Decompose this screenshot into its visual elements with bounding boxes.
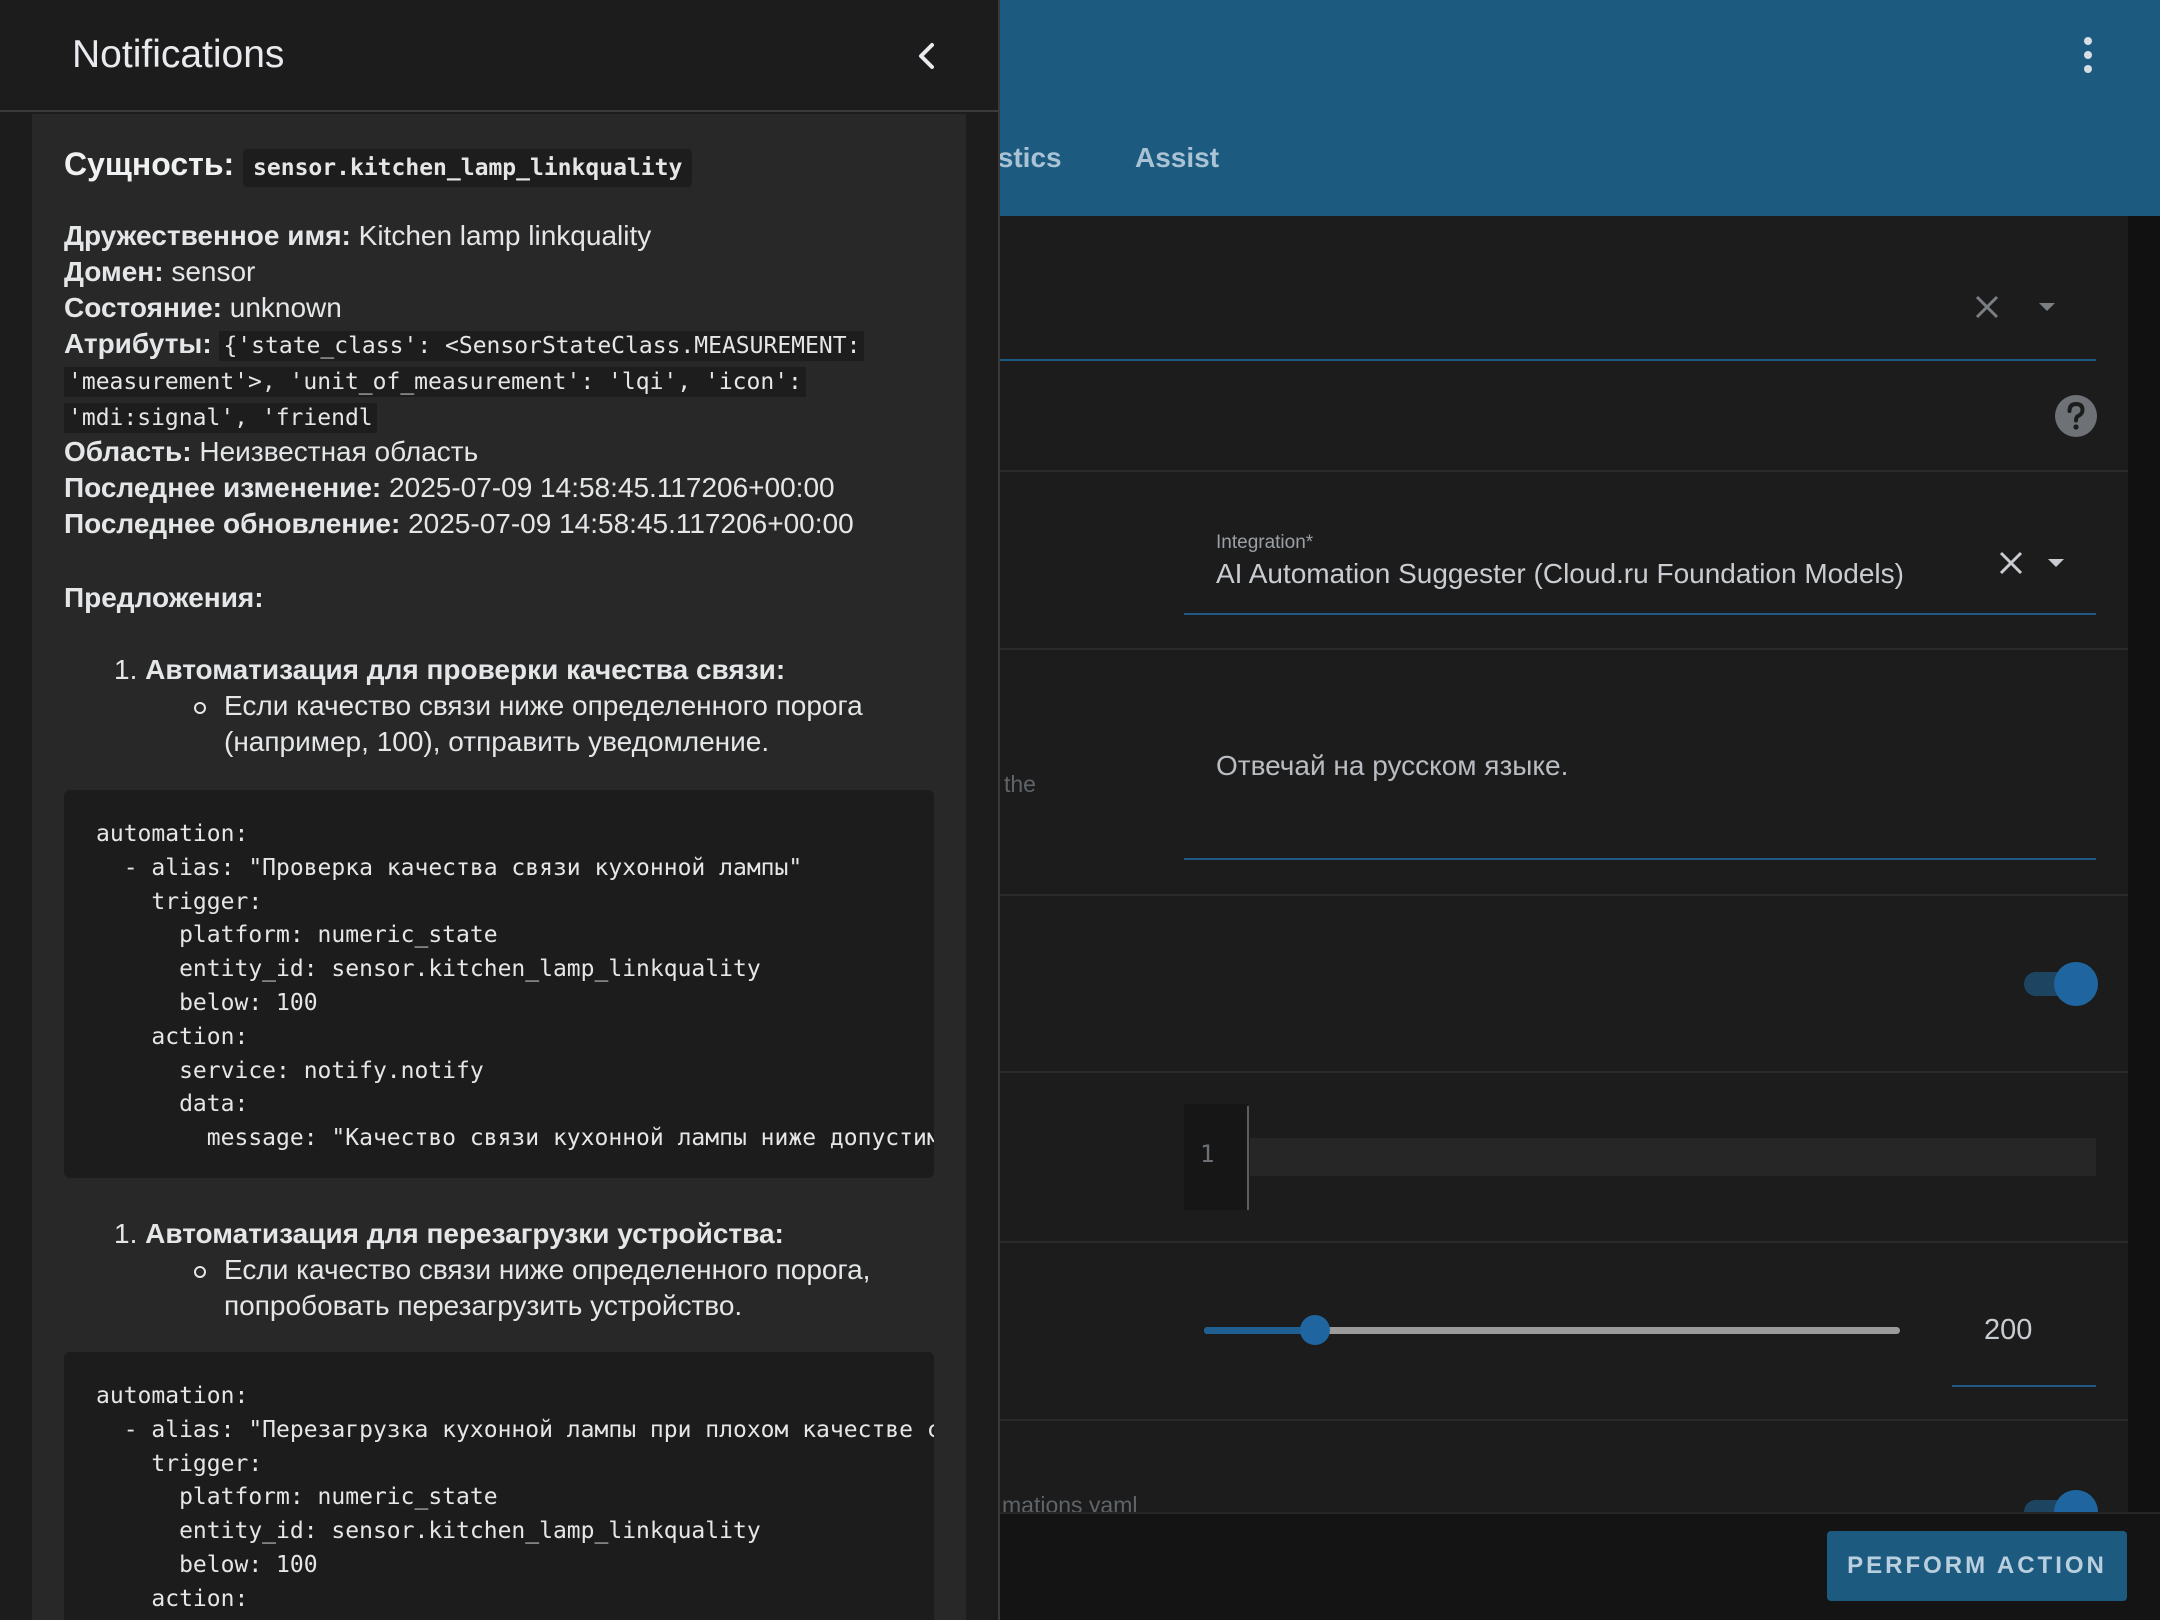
perform-action-button[interactable]: PERFORM ACTION [1827, 1531, 2127, 1601]
circle-bullet-icon [194, 702, 206, 714]
friendly-name-value: Kitchen lamp linkquality [350, 220, 652, 251]
area-row: Область: Неизвестная область [64, 436, 478, 468]
field-underline [960, 359, 2096, 361]
suggestion-title: Автоматизация для проверки качества связ… [145, 654, 786, 685]
notification-card: Сущность: sensor.kitchen_lamp_linkqualit… [32, 114, 966, 1620]
suggestions-label: Предложения: [64, 582, 264, 613]
integration-underline [1184, 613, 2096, 615]
code-block-text: automation: - alias: "Перезагрузка кухон… [96, 1383, 934, 1612]
drawer-header: Notifications [0, 0, 998, 112]
slider-thumb[interactable] [1300, 1315, 1331, 1345]
entity-label: Сущность: [64, 146, 235, 182]
slider-value-input[interactable]: 200 [1984, 1314, 2032, 1347]
last-changed-label: Последнее изменение: [64, 472, 382, 503]
state-row: Состояние: unknown [64, 292, 342, 324]
friendly-name-label: Дружественное имя: [64, 220, 351, 251]
last-updated-label: Последнее обновление: [64, 508, 401, 539]
toggle-switch[interactable] [2024, 962, 2098, 1006]
custom-prompt-textarea[interactable]: Отвечай на русском языке. [1216, 750, 1568, 782]
attributes-row-2: 'measurement'>, 'unit_of_measurement': '… [64, 364, 806, 397]
suggestion-1-line-1: Если качество связи ниже определенного п… [224, 690, 863, 721]
code-block: automation: - alias: "Перезагрузка кухон… [64, 1352, 934, 1620]
state-value: unknown [221, 292, 342, 323]
notifications-drawer: Notifications Сущность: sensor.kitchen_l… [0, 0, 1000, 1620]
row-divider [960, 894, 2128, 896]
dropdown-arrow-icon[interactable] [2036, 300, 2058, 314]
row-divider [960, 648, 2128, 650]
suggestion-number: 1. [114, 1218, 138, 1249]
code-editor-line[interactable] [1250, 1138, 2096, 1176]
code-editor-gutter [1184, 1104, 1248, 1210]
code-block-text: automation: - alias: "Проверка качества … [96, 821, 934, 1152]
last-changed-row: Последнее изменение: 2025-07-09 14:58:45… [64, 472, 835, 504]
area-label: Область: [64, 436, 192, 467]
description-fragment: the [1004, 771, 1036, 797]
last-changed-value: 2025-07-09 14:58:45.117206+00:00 [381, 472, 835, 503]
entity-id: sensor.kitchen_lamp_linkquality [243, 149, 693, 187]
domain-value: sensor [163, 256, 256, 287]
last-updated-value: 2025-07-09 14:58:45.117206+00:00 [400, 508, 854, 539]
tab-assist[interactable]: Assist [1135, 142, 1219, 174]
attributes-line-2: 'measurement'>, 'unit_of_measurement': '… [64, 367, 806, 397]
line-number: 1 [1200, 1140, 1215, 1168]
suggestion-2-title: 1. Автоматизация для перезагрузки устрой… [114, 1218, 784, 1250]
attributes-line-1: {'state_class': <SensorStateClass.MEASUR… [219, 331, 865, 361]
state-label: Состояние: [64, 292, 222, 323]
integration-label: Integration* [1216, 532, 1314, 553]
integration-dropdown-icon[interactable] [2045, 556, 2067, 570]
gutter-separator [1247, 1106, 1249, 1210]
attributes-row: Атрибуты: {'state_class': <SensorStateCl… [64, 328, 865, 361]
more-options-icon[interactable] [2070, 30, 2106, 80]
drawer-title: Notifications [72, 33, 285, 76]
domain-row: Домен: sensor [64, 256, 255, 288]
row-divider [960, 1241, 2128, 1243]
circle-bullet-icon [194, 1266, 206, 1278]
row-divider [960, 470, 2128, 472]
clear-integration-icon[interactable] [1996, 548, 2026, 578]
row-divider [960, 1071, 2128, 1073]
suggestion-1-title: 1. Автоматизация для проверки качества с… [114, 654, 785, 686]
slider-value-underline [1952, 1385, 2096, 1387]
attributes-label: Атрибуты: [64, 328, 212, 359]
last-updated-row: Последнее обновление: 2025-07-09 14:58:4… [64, 508, 854, 540]
attributes-row-3: 'mdi:signal', 'friendl [64, 400, 377, 433]
prompt-underline [1184, 858, 2096, 860]
friendly-name-row: Дружественное имя: Kitchen lamp linkqual… [64, 220, 651, 252]
entity-row: Сущность: sensor.kitchen_lamp_linkqualit… [64, 146, 693, 187]
suggestion-1-line-2: (например, 100), отправить уведомление. [224, 726, 770, 757]
suggestions-heading: Предложения: [64, 582, 264, 614]
code-block: automation: - alias: "Проверка качества … [64, 790, 934, 1178]
action-form-card [960, 216, 2128, 1620]
suggestion-2-line-2: попробовать перезагрузить устройство. [224, 1290, 743, 1321]
integration-select[interactable]: AI Automation Suggester (Cloud.ru Founda… [1216, 558, 1904, 590]
suggestion-number: 1. [114, 654, 138, 685]
help-icon[interactable] [2054, 394, 2098, 438]
attributes-line-3: 'mdi:signal', 'friendl [64, 403, 377, 433]
tab-statistics[interactable]: istics [990, 142, 1062, 174]
clear-icon[interactable] [1972, 292, 2002, 322]
row-divider [960, 1419, 2128, 1421]
max-tokens-slider[interactable] [1204, 1310, 1900, 1350]
suggestion-2-line-1: Если качество связи ниже определенного п… [224, 1254, 871, 1285]
suggestion-title: Автоматизация для перезагрузки устройств… [145, 1218, 784, 1249]
domain-label: Домен: [64, 256, 164, 287]
chevron-left-icon[interactable] [910, 38, 944, 74]
area-value: Неизвестная область [191, 436, 479, 467]
